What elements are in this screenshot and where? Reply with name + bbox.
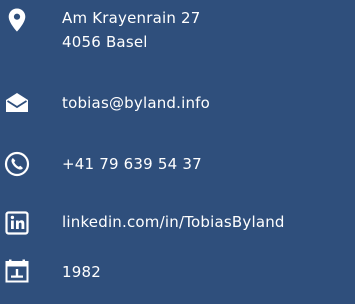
contact-panel: Am Krayenrain 27 4056 Basel tobias@bylan… — [0, 0, 355, 304]
address-text: Am Krayenrain 27 4056 Basel — [62, 6, 201, 54]
birth-year-text: 1982 — [62, 263, 101, 281]
email-link[interactable]: tobias@byland.info — [62, 94, 210, 112]
calendar-icon — [4, 258, 30, 284]
email-text[interactable]: tobias@byland.info — [62, 91, 210, 115]
address-row: Am Krayenrain 27 4056 Basel — [0, 4, 355, 60]
phone-row: +41 79 639 54 37 — [0, 150, 355, 180]
linkedin-text[interactable]: linkedin.com/in/TobiasByland — [62, 210, 285, 234]
address-street: Am Krayenrain 27 — [62, 9, 201, 27]
birth-year-row: 1982 — [0, 252, 355, 292]
linkedin-row: linkedin.com/in/TobiasByland — [0, 208, 355, 238]
linkedin-link[interactable]: linkedin.com/in/TobiasByland — [62, 213, 285, 231]
phone-text[interactable]: +41 79 639 54 37 — [62, 152, 202, 176]
linkedin-icon — [4, 210, 30, 236]
address-city: 4056 Basel — [62, 33, 148, 51]
phone-link[interactable]: +41 79 639 54 37 — [62, 155, 202, 173]
email-row: tobias@byland.info — [0, 89, 355, 119]
phone-icon — [4, 151, 30, 177]
location-pin-icon — [4, 7, 30, 33]
envelope-icon — [4, 90, 30, 116]
